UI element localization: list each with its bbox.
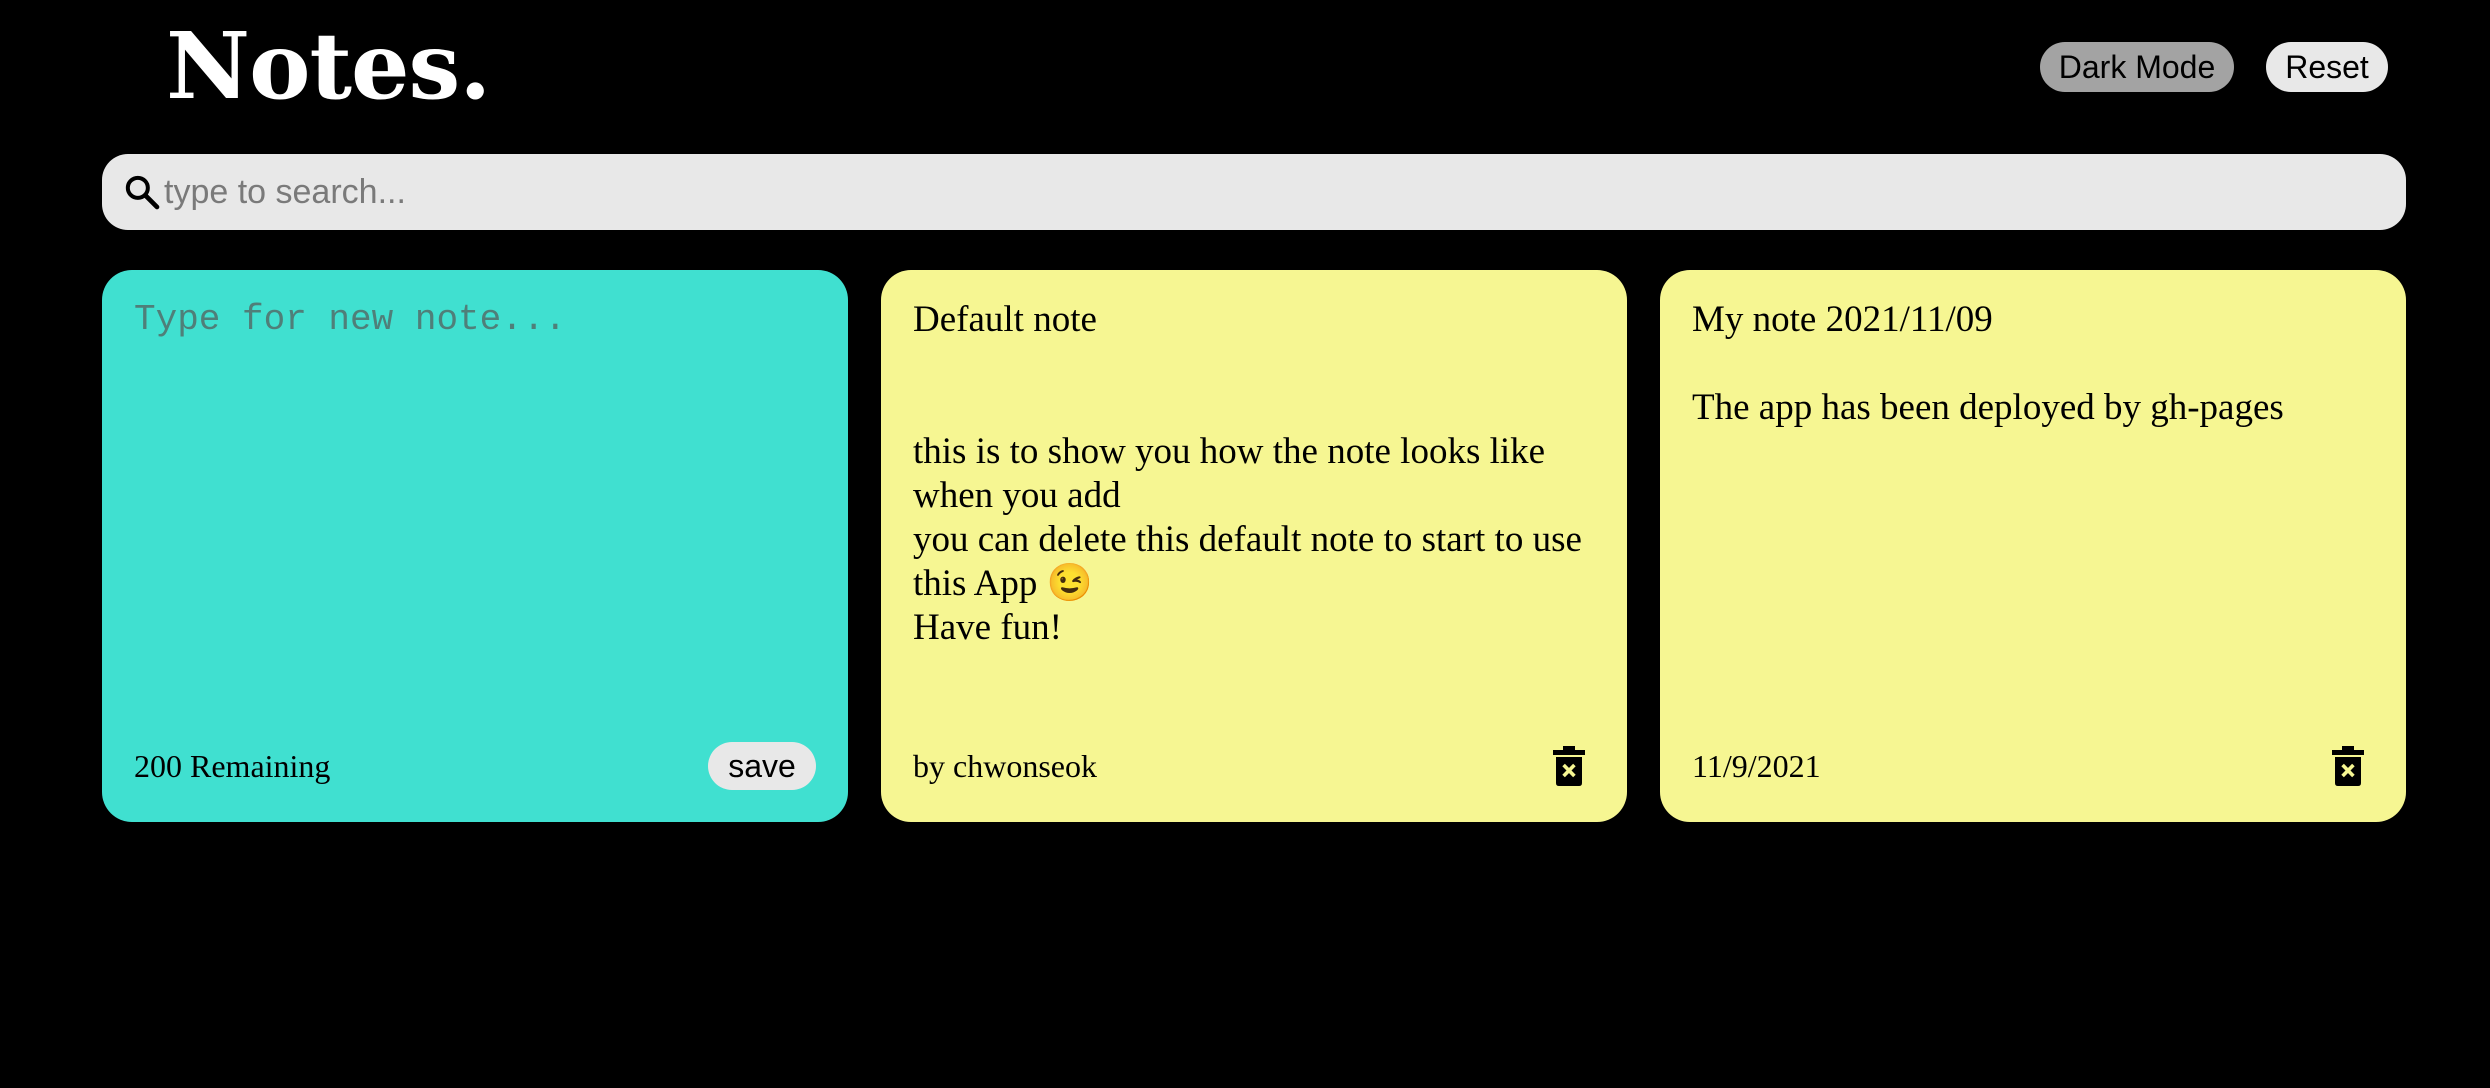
- new-note-textarea[interactable]: [134, 298, 814, 698]
- note-footer: 11/9/2021: [1692, 742, 2374, 790]
- note-card: Default note this is to show you how the…: [881, 270, 1627, 822]
- search-bar: [102, 154, 2406, 230]
- trash-icon[interactable]: [1553, 746, 1585, 786]
- save-button[interactable]: save: [708, 742, 816, 790]
- note-footer: by chwonseok: [913, 742, 1595, 790]
- remaining-count: 200 Remaining: [134, 748, 331, 784]
- trash-icon[interactable]: [2332, 746, 2364, 786]
- note-author: by chwonseok: [913, 748, 1097, 784]
- new-note-footer: 200 Remaining save: [134, 742, 816, 790]
- note-date: 11/9/2021: [1692, 748, 1821, 784]
- search-input[interactable]: [162, 154, 2382, 230]
- notes-app: Notes. Dark Mode Reset 200 Remaining sav…: [0, 0, 2490, 1088]
- reset-button[interactable]: Reset: [2266, 42, 2388, 92]
- search-icon: [125, 175, 160, 210]
- dark-mode-button[interactable]: Dark Mode: [2040, 42, 2234, 92]
- notes-list: 200 Remaining save Default note this is …: [102, 270, 2406, 822]
- note-text: Default note this is to show you how the…: [913, 299, 1582, 648]
- note-card: My note 2021/11/09 The app has been depl…: [1660, 270, 2406, 822]
- header: Notes. Dark Mode Reset: [102, 0, 2388, 140]
- new-note-card: 200 Remaining save: [102, 270, 848, 822]
- note-text: My note 2021/11/09 The app has been depl…: [1692, 299, 2284, 428]
- app-title: Notes.: [166, 12, 491, 120]
